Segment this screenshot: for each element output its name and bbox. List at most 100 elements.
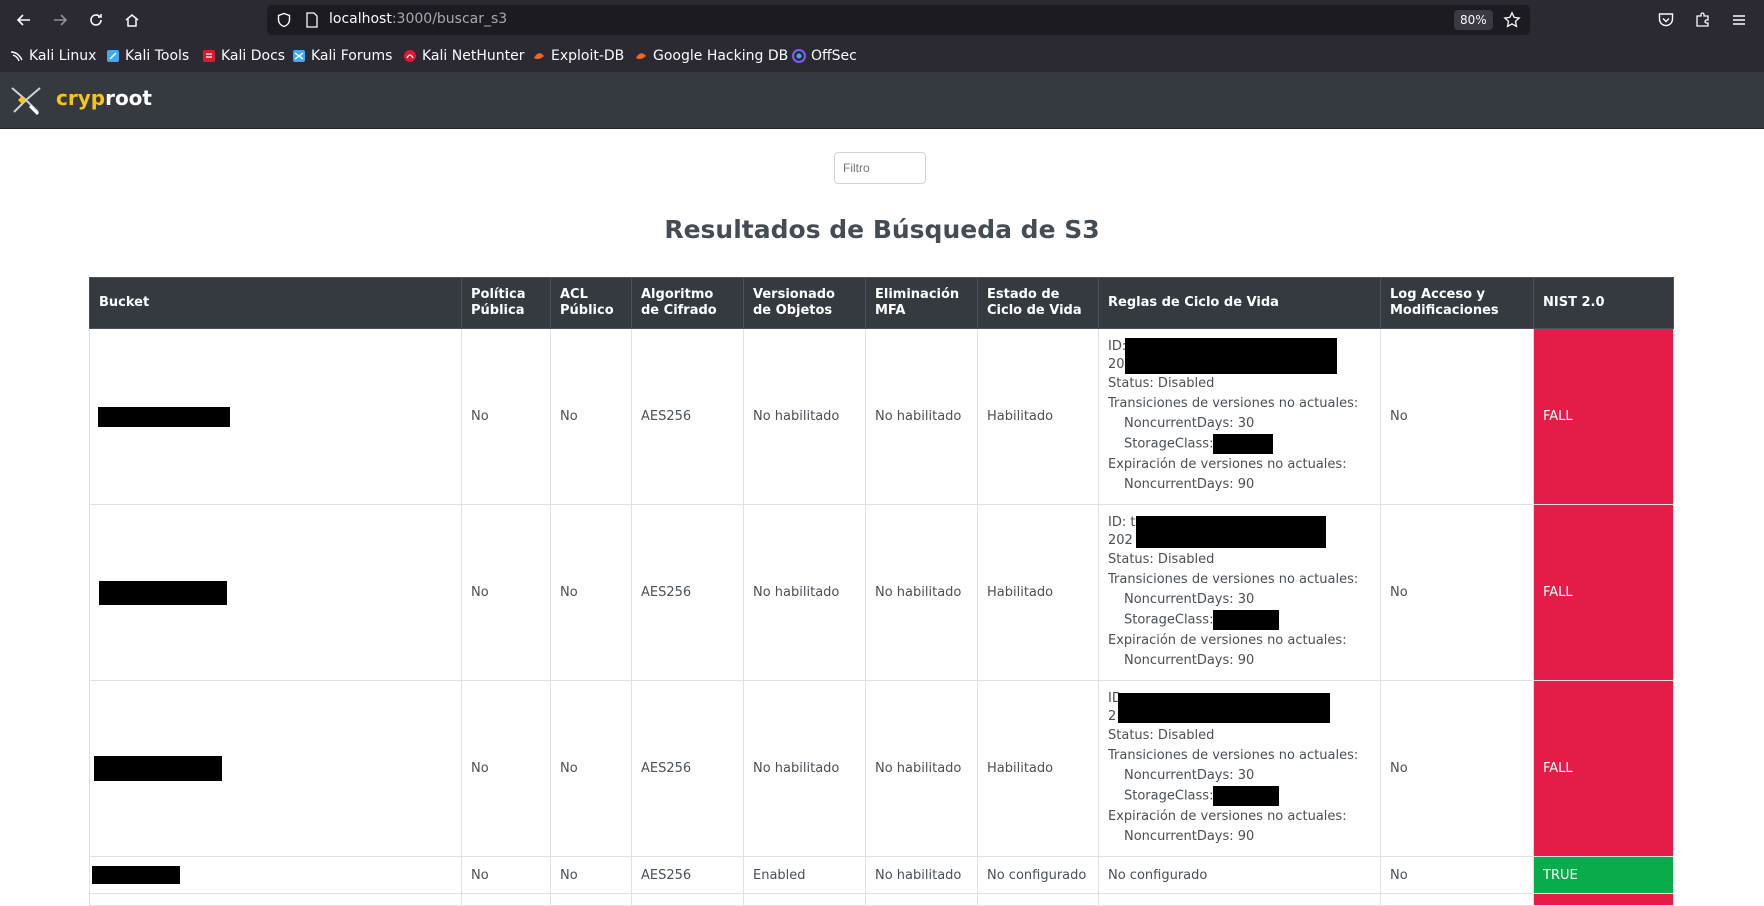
politica-cell: No — [461, 856, 551, 894]
bookmark-google-hacking-db[interactable]: Google Hacking DB — [634, 47, 788, 65]
rule-expiration-heading: Expiración de versiones no actuales: — [1108, 632, 1347, 648]
home-button[interactable] — [116, 8, 148, 32]
cryproot-logo-icon[interactable] — [8, 82, 44, 118]
menu-button[interactable] — [1728, 9, 1750, 31]
bucket-cell — [89, 328, 462, 505]
estado-cell: Habilitado — [977, 504, 1099, 681]
bookmark-exploit-db[interactable]: Exploit-DB — [532, 47, 624, 65]
col-eliminacion-mfa[interactable]: Eliminación MFA — [865, 277, 978, 329]
nethunter-icon — [403, 49, 417, 63]
reload-button[interactable] — [80, 8, 112, 32]
col-acl-publico[interactable]: ACL Público — [550, 277, 632, 329]
bookmark-kali-docs[interactable]: Kali Docs — [202, 47, 285, 65]
redacted-rule-id — [1125, 338, 1337, 375]
bookmark-label: Google Hacking DB — [653, 48, 789, 64]
browser-chrome: localhost:3000/buscar_s3 80% Kali Linux … — [0, 0, 1764, 72]
rule-status: Status: Disabled — [1108, 552, 1215, 568]
storage-class-label: StorageClass: — [1124, 612, 1214, 628]
rule-id-text: ID: t 202 — [1108, 514, 1136, 550]
rule-expiration-days: NoncurrentDays: 90 — [1124, 828, 1255, 844]
reglas-cell: No configurado — [1098, 856, 1381, 894]
rule-transition-days: NoncurrentDays: 30 — [1124, 416, 1255, 432]
reglas-cell: ID: t 202 Status: Disabled Transiciones d… — [1098, 504, 1381, 681]
bookmark-label: OffSec — [811, 48, 857, 64]
redacted-storage-class — [1213, 610, 1280, 631]
url-text[interactable]: localhost:3000/buscar_s3 — [329, 11, 507, 27]
puzzle-icon — [1696, 12, 1709, 27]
bookmark-star-icon[interactable] — [1503, 11, 1521, 29]
brand-part-root: root — [105, 86, 152, 110]
rule-id-prefix: 202 — [1108, 533, 1133, 549]
extensions-button[interactable] — [1692, 9, 1714, 31]
s3-results-table: Bucket Política Pública ACL Público Algo… — [89, 277, 1674, 906]
estado-cell: Habilitado — [977, 680, 1099, 857]
zoom-level[interactable]: 80% — [1454, 10, 1493, 30]
bookmark-label: Kali Linux — [29, 48, 97, 64]
storage-class-label: StorageClass: — [1124, 788, 1214, 804]
versionado-cell: No habilitado — [743, 328, 866, 505]
acl-cell: No — [550, 328, 632, 505]
log-cell: No — [1380, 680, 1534, 857]
bookmark-kali-tools[interactable]: Kali Tools — [106, 47, 189, 65]
rule-transition-days: NoncurrentDays: 30 — [1124, 768, 1255, 784]
col-estado-ciclo-vida[interactable]: Estado de Ciclo de Vida — [977, 277, 1099, 329]
ghdb-icon — [634, 49, 648, 63]
pocket-icon — [1658, 13, 1674, 27]
rule-status: Status: Disabled — [1108, 376, 1215, 392]
rule-status: Status: Disabled — [1108, 728, 1215, 744]
versionado-cell: No habilitado — [743, 504, 866, 681]
redacted-rule-id — [1118, 693, 1330, 724]
rule-expiration-days: NoncurrentDays: 90 — [1124, 652, 1255, 668]
mfa-cell: No habilitado — [865, 328, 978, 505]
shield-icon[interactable] — [276, 12, 292, 28]
col-politica-publica[interactable]: Política Pública — [461, 277, 551, 329]
filter-input[interactable] — [834, 152, 926, 184]
bookmark-label: Exploit-DB — [551, 48, 625, 64]
nist-status-badge: FALL — [1533, 680, 1674, 857]
bucket-cell — [89, 856, 462, 894]
bookmark-label: Kali NetHunter — [422, 48, 525, 64]
algoritmo-cell: AES256 — [631, 680, 744, 857]
rule-transition-days: NoncurrentDays: 30 — [1124, 592, 1255, 608]
col-versionado[interactable]: Versionado de Objetos — [743, 277, 866, 329]
col-log-acceso[interactable]: Log Acceso y Modificaciones — [1380, 277, 1534, 329]
brand-part-cryp: cryp — [56, 86, 106, 110]
kali-tools-icon — [106, 49, 120, 63]
table-row: No No AES256 No habilitado No habilitado… — [89, 680, 1674, 857]
rule-storage-class: StorageClass: — [1108, 434, 1371, 455]
mfa-cell: No habilitado — [865, 856, 978, 894]
offsec-icon — [792, 49, 806, 63]
url-path: :3000/buscar_s3 — [391, 11, 508, 27]
bookmark-kali-linux[interactable]: Kali Linux — [10, 47, 96, 65]
bookmark-offsec[interactable]: OffSec — [792, 47, 857, 65]
algoritmo-cell: AES256 — [631, 856, 744, 894]
col-bucket[interactable]: Bucket — [89, 277, 462, 329]
rule-id-text: ID 2 — [1108, 690, 1122, 726]
redacted-bucket-name — [98, 406, 230, 427]
address-bar[interactable]: localhost:3000/buscar_s3 80% — [267, 5, 1530, 35]
bookmark-kali-forums[interactable]: Kali Forums — [292, 47, 392, 65]
kali-dragon-icon — [10, 49, 24, 63]
algoritmo-cell: AES256 — [631, 504, 744, 681]
rule-id-block: ID: 20 — [1108, 338, 1371, 375]
pocket-button[interactable] — [1655, 9, 1677, 31]
kali-forums-icon — [292, 49, 306, 63]
algoritmo-cell: AES256 — [631, 328, 744, 505]
estado-cell: No configurado — [977, 856, 1099, 894]
rule-id-text: ID: 20 — [1108, 338, 1126, 374]
versionado-cell: No habilitado — [743, 680, 866, 857]
lifecycle-rules: ID 2 Status: Disabled Transiciones de ver… — [1108, 690, 1371, 847]
rule-id-label: ID: t — [1108, 515, 1136, 531]
rule-expiration-heading: Expiración de versiones no actuales: — [1108, 456, 1347, 472]
exploit-db-icon — [532, 49, 546, 63]
brand-name[interactable]: cryproot — [56, 86, 152, 110]
col-reglas-ciclo-vida[interactable]: Reglas de Ciclo de Vida — [1098, 277, 1381, 329]
col-nist[interactable]: NIST 2.0 — [1533, 277, 1674, 329]
forward-button[interactable] — [44, 8, 76, 32]
rule-transitions-heading: Transiciones de versiones no actuales: — [1108, 396, 1359, 412]
back-button[interactable] — [8, 8, 40, 32]
redacted-bucket-name — [94, 756, 222, 781]
page-title: Resultados de Búsqueda de S3 — [664, 215, 1100, 244]
bookmark-kali-nethunter[interactable]: Kali NetHunter — [403, 47, 524, 65]
col-algoritmo-cifrado[interactable]: Algoritmo de Cifrado — [631, 277, 744, 329]
